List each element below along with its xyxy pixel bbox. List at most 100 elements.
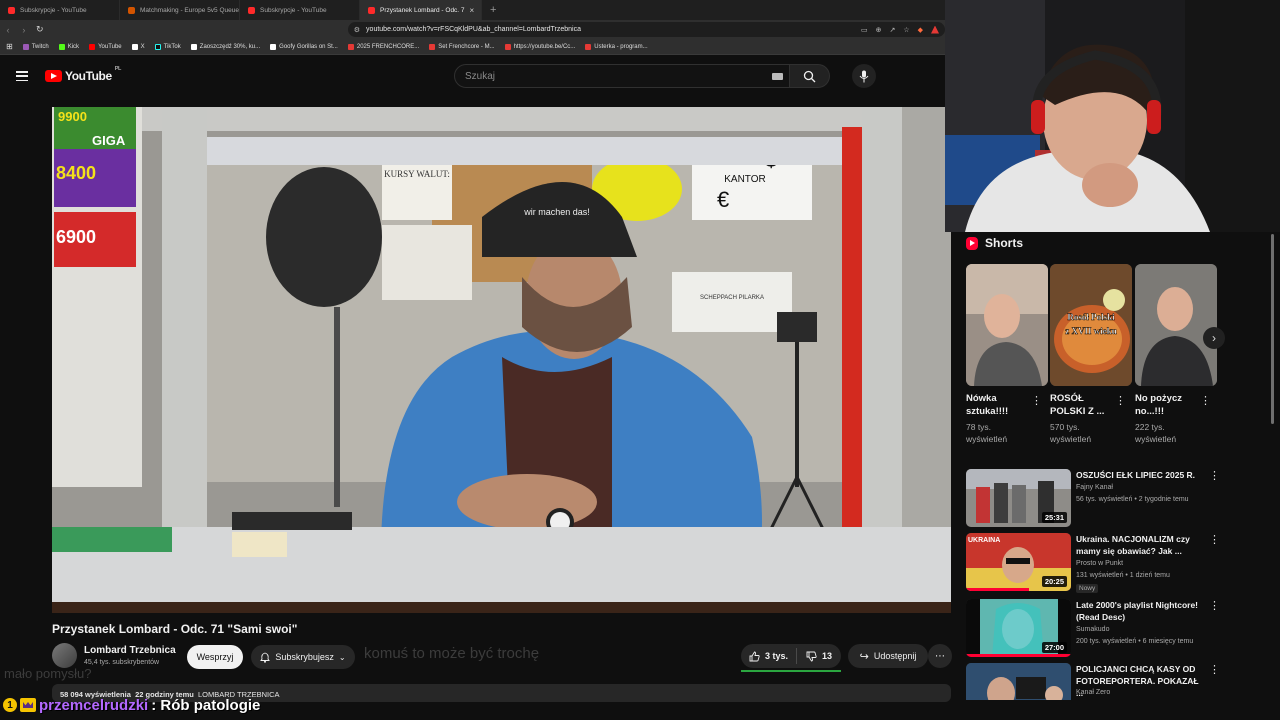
sidebar-scrollbar[interactable] <box>1271 234 1274 424</box>
bookmark-label: YouTube <box>98 43 122 50</box>
youtube-logo[interactable]: YouTube PL <box>45 66 122 83</box>
recommendation-thumbnail[interactable]: 27:00 <box>966 599 1071 657</box>
like-count: 3 tys. <box>764 651 788 661</box>
recommendation-item[interactable]: POLICJANCI CHCĄ KASY OD FOTOREPORTERA. P… <box>966 663 1226 700</box>
bookmark-item[interactable]: 2025 FRENCHCORE... <box>347 43 419 50</box>
short-title[interactable]: Nówka sztuka!!!! <box>966 392 1032 418</box>
recommendation-item[interactable]: 27:00 Late 2000's playlist Nightcore! (R… <box>966 599 1226 657</box>
bookmark-star-icon[interactable]: ☆ <box>903 26 909 34</box>
share-button[interactable]: ↪ Udostępnij <box>848 644 928 668</box>
shorts-heading: Shorts <box>966 236 1023 250</box>
zoom-icon[interactable]: ⊕ <box>876 26 882 34</box>
channel-name[interactable]: Lombard Trzebnica <box>84 645 176 656</box>
thumbs-down-icon <box>806 651 817 661</box>
close-tab-icon[interactable]: × <box>470 6 475 15</box>
short-thumbnail[interactable] <box>966 264 1048 386</box>
kebab-menu-icon[interactable]: ⋮ <box>1209 663 1220 676</box>
keyboard-icon[interactable] <box>771 73 783 80</box>
browser-tab[interactable]: Subskrypcje - YouTube <box>240 0 360 20</box>
menu-icon[interactable] <box>16 71 28 81</box>
brave-rewards-icon[interactable] <box>930 25 939 34</box>
search-icon <box>803 70 816 82</box>
promo-text: 8400 <box>56 163 96 183</box>
share-icon[interactable]: ↗ <box>889 26 895 34</box>
kebab-menu-icon[interactable]: ⋮ <box>1200 394 1211 407</box>
cast-icon[interactable]: ▭ <box>861 26 868 34</box>
short-views: 570 tys. wyświetleń <box>1050 422 1092 444</box>
kebab-menu-icon[interactable]: ⋮ <box>1209 599 1220 612</box>
new-tab-button[interactable]: + <box>482 0 504 20</box>
recommendation-thumbnail[interactable]: 25:31 <box>966 469 1071 527</box>
like-button[interactable]: 3 tys. <box>741 648 797 664</box>
short-item[interactable]: Nówka sztuka!!!! 78 tys. wyświetleń ⋮ <box>966 264 1048 445</box>
short-item[interactable]: No pożycz no...!!! 222 tys. wyświetleń ⋮ <box>1135 264 1217 445</box>
euro-symbol: € <box>717 187 729 212</box>
bookmark-kick[interactable]: Kick <box>58 43 79 50</box>
apps-grid-icon[interactable]: ⊞ <box>6 42 13 51</box>
stream-chat-message: 1 przemcelrudzki : Rób patologie <box>0 695 260 715</box>
video-player[interactable]: KURSY WALUT: KANTOR $ € SCHEPPACH PILARK… <box>52 107 951 613</box>
kebab-menu-icon[interactable]: ⋮ <box>1209 469 1220 482</box>
browser-tabstrip: Subskrypcje - YouTube Matchmaking - Euro… <box>0 0 945 20</box>
bookmark-label: Zaoszczędź 30%, ku... <box>199 43 261 50</box>
more-actions-button[interactable]: ⋯ <box>928 644 952 668</box>
back-icon[interactable]: ‹ <box>0 20 16 39</box>
video-title: Przystanek Lombard - Odc. 71 "Sami swoi" <box>52 622 298 636</box>
search-input[interactable]: Szukaj <box>453 64 790 88</box>
subscribed-button[interactable]: Subskrybujesz ⌄ <box>251 645 355 669</box>
dislike-button[interactable]: 13 <box>797 651 841 662</box>
watch-progress-bar <box>966 654 1071 657</box>
reload-icon[interactable]: ↻ <box>32 20 48 39</box>
bookmark-item[interactable]: https://youtube.be/Cc... <box>504 43 575 50</box>
kebab-menu-icon[interactable]: ⋮ <box>1209 533 1220 546</box>
bookmark-item[interactable]: Zaoszczędź 30%, ku... <box>190 43 261 50</box>
recommendation-item[interactable]: UKRAINA 20:25 Ukraina. NACJONALIZM czy m… <box>966 533 1226 593</box>
kebab-menu-icon[interactable]: ⋮ <box>1115 394 1126 407</box>
bookmark-twitch[interactable]: Twitch <box>22 43 49 50</box>
twitch-icon <box>22 43 29 50</box>
recommendation-item[interactable]: 25:31 OSZUŚCI EŁK LIPIEC 2025 R. Fajny K… <box>966 469 1226 527</box>
channel-avatar[interactable] <box>52 643 77 668</box>
bookmark-x[interactable]: X <box>131 43 145 50</box>
browser-tab-active[interactable]: Przystanek Lombard - Odc. 7 × <box>360 0 482 20</box>
more-dots-icon: ⋯ <box>935 650 945 662</box>
bookmark-item[interactable]: Goofy Gorillas on St... <box>270 43 338 50</box>
tab-label: Matchmaking - Europe 5v5 Queue <box>140 6 239 14</box>
bookmark-youtube[interactable]: YouTube <box>89 43 122 50</box>
recommendation-channel[interactable]: Sumakudo <box>1076 626 1109 633</box>
bookmark-item[interactable]: Set Frenchcore - M... <box>429 43 495 50</box>
short-item[interactable]: Rosół Polski z XVII wieku ROSÓŁ POLSKI Z… <box>1050 264 1132 445</box>
support-button[interactable]: Wesprzyj <box>187 645 243 669</box>
bookmark-item[interactable]: Usterka - program... <box>585 43 648 50</box>
short-thumbnail[interactable]: Rosół Polski z XVII wieku <box>1050 264 1132 386</box>
forward-icon[interactable]: › <box>16 20 32 39</box>
bookmark-tiktok[interactable]: TikTok <box>154 43 181 50</box>
recommendation-title[interactable]: Late 2000's playlist Nightcore! (Read De… <box>1076 599 1206 623</box>
browser-tab[interactable]: Subskrypcje - YouTube <box>0 0 120 20</box>
shorts-next-button[interactable]: › <box>1203 327 1225 349</box>
kebab-menu-icon[interactable]: ⋮ <box>1031 394 1042 407</box>
recommendation-meta: 200 tys. wyświetleń • 6 miesięcy temu <box>1076 638 1194 645</box>
short-title[interactable]: ROSÓŁ POLSKI Z ... <box>1050 392 1116 418</box>
site-settings-icon[interactable]: ⚙ <box>354 26 360 34</box>
region-code: PL <box>114 66 122 72</box>
bookmark-label: Goofy Gorillas on St... <box>279 43 338 50</box>
recommendation-thumbnail[interactable] <box>966 663 1071 700</box>
browser-tab[interactable]: Matchmaking - Europe 5v5 Queue <box>120 0 240 20</box>
address-bar[interactable]: ⚙ youtube.com/watch?v=rFSCqKldPU&ab_chan… <box>347 22 945 37</box>
recommendation-thumbnail[interactable]: UKRAINA 20:25 <box>966 533 1071 591</box>
recommendation-channel[interactable]: Prosto w Punkt <box>1076 560 1123 567</box>
like-dislike-group: 3 tys. 13 <box>741 644 841 668</box>
recommendation-title[interactable]: OSZUŚCI EŁK LIPIEC 2025 R. <box>1076 469 1206 481</box>
voice-search-button[interactable] <box>851 64 876 88</box>
chat-username: przemcelrudzki <box>39 696 149 714</box>
recommendation-meta: 56 tys. wyświetleń • 2 tygodnie temu <box>1076 496 1189 503</box>
search-button[interactable] <box>789 64 830 88</box>
brave-shield-icon[interactable]: ◆ <box>918 26 923 34</box>
recommendation-title[interactable]: Ukraina. NACJONALIZM czy mamy się obawia… <box>1076 533 1206 557</box>
short-thumbnail[interactable] <box>1135 264 1217 386</box>
recommendation-channel[interactable]: Kanał Zero <box>1076 689 1110 696</box>
recommendation-channel[interactable]: Fajny Kanał <box>1076 484 1113 491</box>
youtube-masthead: YouTube PL Szukaj <box>0 56 945 96</box>
short-title[interactable]: No pożycz no...!!! <box>1135 392 1201 418</box>
